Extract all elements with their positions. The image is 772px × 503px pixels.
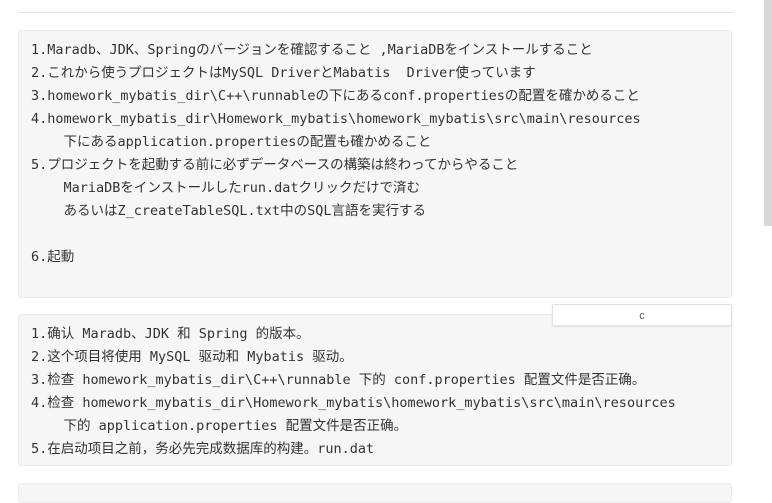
- code-line: 3.homework_mybatis_dir\C++\runnableの下にある…: [31, 88, 640, 104]
- code-line: 3.检查 homework_mybatis_dir\C++\runnable 下…: [31, 372, 646, 388]
- code-line: MariaDBをインストールしたrun.datクリックだけで済む: [31, 180, 421, 196]
- code-line: 5.プロジェクトを起動する前に必ずデータベースの構築は終わってからやること: [31, 157, 519, 173]
- scrollbar-thumb[interactable]: [764, 0, 772, 226]
- code-line: 4.homework_mybatis_dir\Homework_mybatis\…: [31, 111, 641, 127]
- code-lines: 1.确认 Maradb、JDK 和 Spring 的版本。 2.这个项目将使用 …: [19, 315, 731, 461]
- code-line: 1.Maradb、JDK、Springのバージョンを確認すること ,MariaD…: [31, 42, 593, 58]
- code-line: 2.这个项目将使用 MySQL 驱动和 Mybatis 驱动。: [31, 349, 353, 365]
- code-line: 5.在启动项目之前，务必先完成数据库的构建。run.dat: [31, 441, 375, 457]
- code-line: 6.起動: [31, 249, 75, 265]
- code-language-selector[interactable]: c: [552, 304, 732, 326]
- code-block-japanese[interactable]: 1.Maradb、JDK、Springのバージョンを確認すること ,MariaD…: [18, 30, 732, 298]
- code-line: 2.これから使うプロジェクトはMySQL DriverとMabatis Driv…: [31, 65, 536, 81]
- code-block-next[interactable]: [18, 483, 732, 503]
- code-line: 1.确认 Maradb、JDK 和 Spring 的版本。: [31, 326, 310, 342]
- section-divider: [18, 12, 734, 13]
- code-line: 下にあるapplication.propertiesの配置も確かめること: [31, 134, 432, 150]
- code-line: あるいはZ_createTableSQL.txt中のSQL言語を実行する: [31, 203, 426, 219]
- code-line: 4.检查 homework_mybatis_dir\Homework_mybat…: [31, 395, 676, 411]
- code-line: 下的 application.properties 配置文件是否正确。: [31, 418, 408, 434]
- code-lines: 1.Maradb、JDK、Springのバージョンを確認すること ,MariaD…: [19, 31, 731, 269]
- code-block-chinese[interactable]: 1.确认 Maradb、JDK 和 Spring 的版本。 2.这个项目将使用 …: [18, 314, 732, 466]
